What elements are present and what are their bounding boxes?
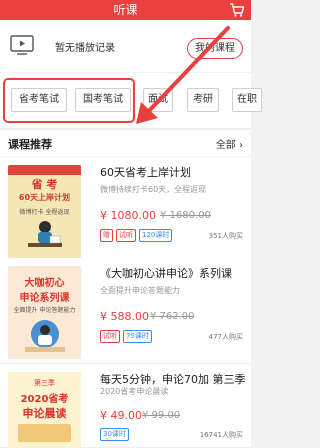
course-card[interactable]: 大咖初心 申论系列课 全面提升 申论答题能力 《大咖初心讲申论》系列课 全面提升… [0,258,251,364]
top-bar: 听课 [0,0,251,20]
category-in-service[interactable]: 在职 [232,88,262,112]
shopping-cart-icon[interactable] [229,2,245,18]
course-subtitle: 2020省考申论晨读 [100,387,169,396]
course-cover: 省 考 60天上岸计划 微博打卡 全程返现 [8,165,81,258]
category-interview[interactable]: 面试 [143,88,173,112]
course-cover: 大咖初心 申论系列课 全面提升 申论答题能力 [8,266,81,359]
category-postgraduate[interactable]: 考研 [187,88,219,112]
trial-tag: 试听 [100,330,120,343]
highlight-box [3,78,135,123]
lesson-count-tag: 30课时 [100,428,129,441]
section-header: 课程推荐 全部 › [0,130,251,156]
page-title: 听课 [113,3,138,17]
play-history-bar: 暂无播放记录 我的课程 [0,20,251,72]
no-play-history-text: 暂无播放记录 [55,43,115,54]
course-subtitle: 微博持续打卡60天，全程返现 [100,185,207,194]
my-courses-button[interactable]: 我的课程 [187,38,243,59]
gift-tag: 赠 [100,229,113,242]
course-card[interactable]: 省 考 60天上岸计划 微博打卡 全程返现 60天省考上岸计划 微博持续打卡60… [0,157,251,263]
course-original-price: ¥ 99.00 [142,410,181,421]
buyer-count: 16741人购买 [199,431,243,439]
course-title: 60天省考上岸计划 [100,166,191,179]
student-illustration [28,221,62,247]
course-tags: 赠试听 120课时 [100,229,175,243]
course-price: ¥ 1080.00 [100,209,156,222]
lesson-count-tag: 75课时 [123,330,152,343]
course-original-price: ¥ 1680.00 [160,210,211,221]
course-tags: 30课时 [100,428,132,442]
course-card[interactable]: 第三季 2020省考 申论晨读 每天5分钟，申论70加 第三季 2020省考申论… [0,364,251,448]
course-price: ¥ 588.00 [100,310,149,323]
section-title: 课程推荐 [8,138,52,151]
course-tags: 试听 75课时 [100,330,155,344]
tv-icon [10,35,34,55]
view-all-link[interactable]: 全部 › [216,136,243,151]
course-title: 《大咖初心讲申论》系列课 [100,267,232,280]
course-subtitle: 全面提升申论答题能力 [100,286,180,295]
course-cover: 第三季 2020省考 申论晨读 [8,372,81,448]
course-title: 每天5分钟，申论70加 第三季 [100,373,246,386]
teacher-illustration [25,320,65,352]
buyer-count: 351人购买 [208,232,243,240]
trial-tag: 试听 [116,229,136,242]
course-price: ¥ 49.00 [100,409,142,422]
course-original-price: ¥ 762.00 [150,311,195,322]
buyer-count: 477人购买 [208,333,243,341]
lesson-count-tag: 120课时 [139,229,173,242]
